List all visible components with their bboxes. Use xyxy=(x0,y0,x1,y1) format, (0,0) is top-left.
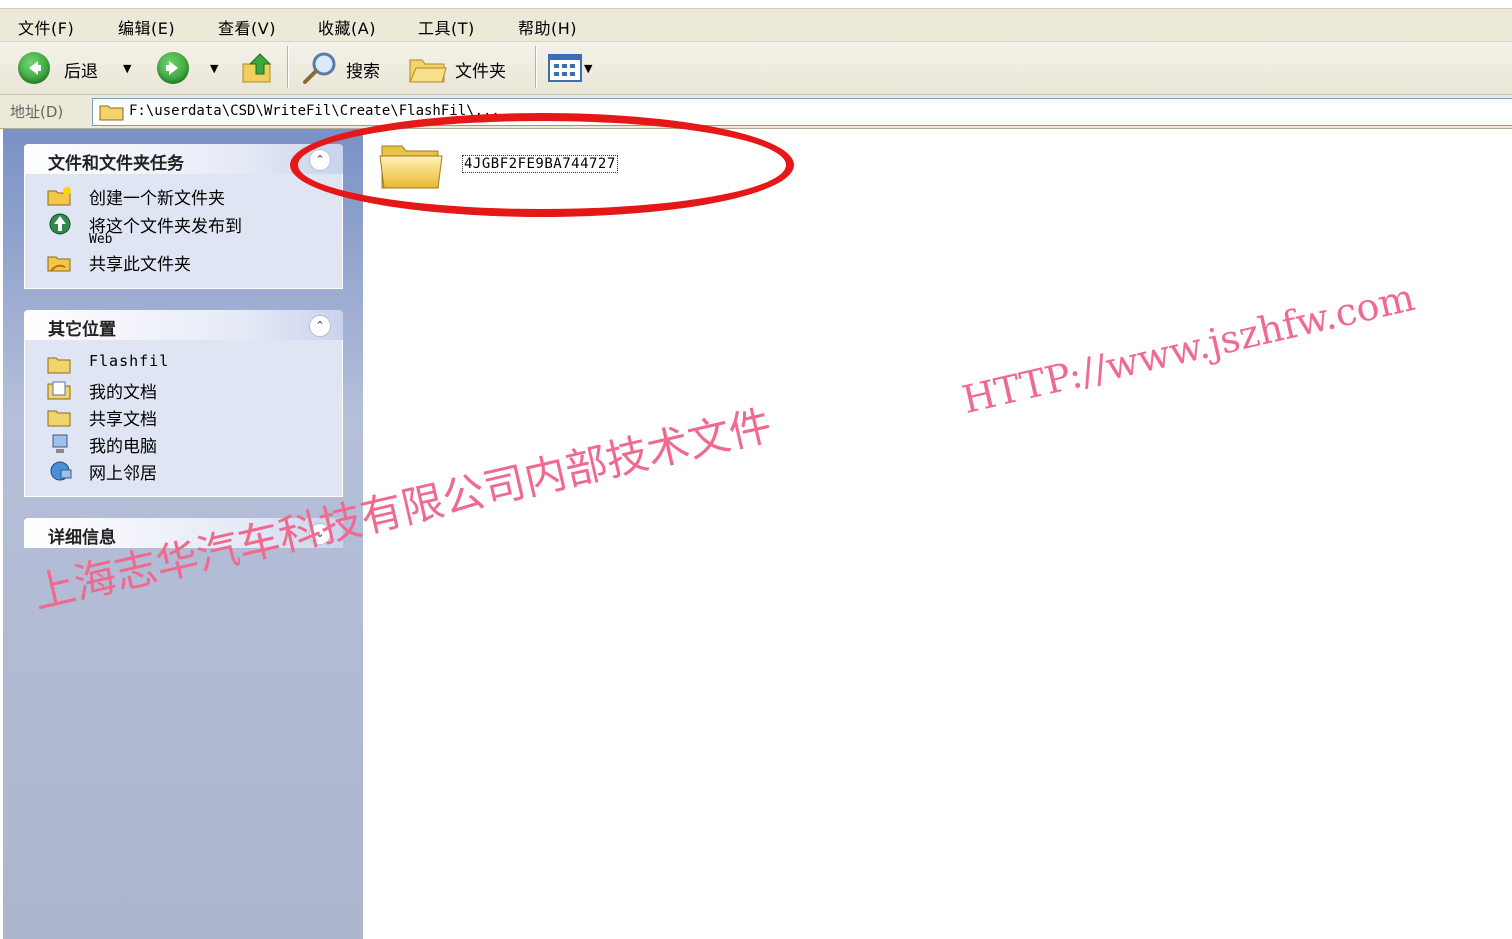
details-panel: 详细信息 ⌄ xyxy=(24,518,343,548)
menu-bar: 文件(F) 编辑(E) 查看(V) 收藏(A) 工具(T) 帮助(H) xyxy=(0,9,1512,42)
menu-view[interactable]: 查看(V) xyxy=(218,15,276,39)
address-label: 地址(D) xyxy=(10,103,64,121)
address-field[interactable]: F:\userdata\CSD\WriteFil\Create\FlashFil… xyxy=(92,98,1512,126)
folder-icon xyxy=(47,357,71,374)
panel-body: 创建一个新文件夹 将这个文件夹发布到 Web 共享此文件夹 xyxy=(24,174,343,289)
new-folder-icon xyxy=(47,187,71,206)
task-publish-web-sub: Web xyxy=(89,232,113,247)
file-list-area[interactable] xyxy=(363,129,1512,939)
toolbar: 后退 ▼ ▼ 搜索 文件夹 ▼ xyxy=(0,42,1512,95)
folders-button[interactable] xyxy=(408,52,448,86)
toolbar-separator xyxy=(535,46,537,88)
publish-web-icon xyxy=(49,213,71,235)
folders-icon xyxy=(409,59,447,83)
window-top-edge xyxy=(0,0,1512,9)
my-documents-icon xyxy=(47,381,71,400)
highlight-ellipse xyxy=(290,113,794,217)
menu-tools[interactable]: 工具(T) xyxy=(418,15,475,39)
other-places-panel: 其它位置 ⌃ Flashfil 我的文档 共享文档 我的电脑 网上邻居 xyxy=(24,310,343,497)
views-dropdown-icon: ▼ xyxy=(584,62,593,75)
up-folder-button[interactable] xyxy=(240,50,276,86)
back-arrow-icon xyxy=(18,52,50,84)
folder-icon xyxy=(47,410,71,427)
task-pane: 文件和文件夹任务 ⌃ 创建一个新文件夹 将这个文件夹发布到 Web 共享此文件夹… xyxy=(3,129,363,939)
views-button[interactable]: ▼ xyxy=(548,54,592,84)
search-button[interactable] xyxy=(300,50,340,86)
back-dropdown-icon[interactable]: ▼ xyxy=(123,62,131,75)
address-bar: 地址(D) F:\userdata\CSD\WriteFil\Create\Fl… xyxy=(0,95,1512,129)
network-icon xyxy=(50,461,72,481)
forward-arrow-icon xyxy=(166,61,178,75)
menu-edit[interactable]: 编辑(E) xyxy=(118,15,175,39)
expand-chevron-icon[interactable]: ⌄ xyxy=(309,523,331,545)
panel-title: 其它位置 xyxy=(48,320,116,340)
folders-label[interactable]: 文件夹 xyxy=(455,57,506,82)
search-label[interactable]: 搜索 xyxy=(346,57,380,82)
panel-body: Flashfil 我的文档 共享文档 我的电脑 网上邻居 xyxy=(24,340,343,497)
folder-icon xyxy=(99,105,124,121)
forward-dropdown-icon[interactable]: ▼ xyxy=(210,62,218,75)
menu-favorites[interactable]: 收藏(A) xyxy=(318,15,376,39)
share-folder-icon xyxy=(47,256,71,272)
menu-help[interactable]: 帮助(H) xyxy=(518,15,577,39)
panel-title: 文件和文件夹任务 xyxy=(48,154,184,174)
collapse-chevron-icon[interactable]: ⌃ xyxy=(309,315,331,337)
up-folder-icon xyxy=(242,53,272,83)
panel-title: 详细信息 xyxy=(48,528,116,548)
forward-button[interactable] xyxy=(157,52,189,84)
menu-file[interactable]: 文件(F) xyxy=(18,15,74,39)
my-computer-icon xyxy=(52,434,68,453)
panel-header[interactable]: 详细信息 ⌄ xyxy=(24,518,343,548)
views-icon xyxy=(548,54,582,82)
toolbar-separator xyxy=(287,46,289,88)
panel-header[interactable]: 其它位置 ⌃ xyxy=(24,310,343,340)
back-label: 后退 xyxy=(64,62,98,82)
search-icon xyxy=(303,52,336,84)
